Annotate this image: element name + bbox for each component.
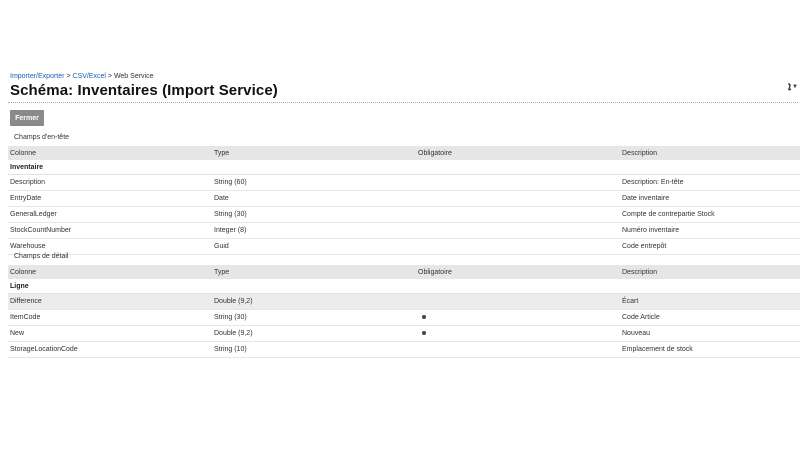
language-menu-icon[interactable]: ܐ▼ [788,81,798,94]
group-row: Inventaire [8,160,800,175]
table-row: GeneralLedger String (30) Compte de cont… [8,206,800,223]
cell-type: Double (9,2) [212,325,416,342]
cell-type: String (60) [212,174,416,191]
cell-required [416,174,620,191]
cell-column: New [8,325,212,342]
cell-required [416,238,620,255]
group-label: Ligne [8,279,800,294]
detail-fields-table: Colonne Type Obligatoire Description Lig… [8,265,800,358]
cell-column: Difference [8,293,212,310]
close-button[interactable]: Fermer [10,110,44,126]
cell-column: ItemCode [8,309,212,326]
breadcrumb: Importer/Exporter > CSV/Excel > Web Serv… [10,72,800,81]
cell-type: String (30) [212,309,416,326]
required-dot-icon [422,331,426,335]
cell-description: Description: En-tête [620,174,800,191]
cell-description: Code entrepôt [620,238,800,255]
cell-required [416,293,620,310]
breadcrumb-current: Web Service [113,73,154,80]
cell-description: Écart [620,293,800,310]
cell-required [416,190,620,207]
detail-fields-label: Champs de détail [14,253,69,260]
breadcrumb-csv-excel[interactable]: CSV/Excel [72,73,105,80]
header-fields-table: Colonne Type Obligatoire Description Inv… [8,146,800,255]
group-row: Ligne [8,279,800,294]
cell-required [416,206,620,223]
column-header: Colonne [8,146,212,160]
table-row: Difference Double (9,2) Écart [8,293,800,310]
table-row: New Double (9,2) Nouveau [8,325,800,342]
page-header: Importer/Exporter > CSV/Excel > Web Serv… [10,72,800,102]
column-header: Description [620,265,800,279]
cell-type: Integer (8) [212,222,416,239]
cell-description: Date inventaire [620,190,800,207]
cell-column: Description [8,174,212,191]
table-row: EntryDate Date Date inventaire [8,190,800,207]
column-header: Colonne [8,265,212,279]
table-row: StockCountNumber Integer (8) Numéro inve… [8,222,800,239]
column-header: Description [620,146,800,160]
cell-required [416,341,620,358]
cell-type: Double (9,2) [212,293,416,310]
cell-description: Nouveau [620,325,800,342]
header-divider [8,102,798,103]
group-label: Inventaire [8,160,800,175]
cell-column: StorageLocationCode [8,341,212,358]
table-header-row: Colonne Type Obligatoire Description [8,265,800,279]
column-header: Type [212,146,416,160]
column-header: Obligatoire [416,265,620,279]
header-fields-label: Champs d'en-tête [14,134,70,141]
cell-column: StockCountNumber [8,222,212,239]
column-header: Obligatoire [416,146,620,160]
cell-type: String (30) [212,206,416,223]
language-menu-label: ܐ [787,81,792,93]
table-row: ItemCode String (30) Code Article [8,309,800,326]
breadcrumb-separator: > [107,73,112,80]
cell-required [416,325,620,342]
cell-type: Date [212,190,416,207]
table-row: Warehouse Guid Code entrepôt [8,238,800,255]
page-title: Schéma: Inventaires (Import Service) [10,82,278,99]
cell-description: Emplacement de stock [620,341,800,358]
cell-description: Compte de contrepartie Stock [620,206,800,223]
cell-type: String (10) [212,341,416,358]
cell-required [416,309,620,326]
cell-description: Numéro inventaire [620,222,800,239]
breadcrumb-import-export[interactable]: Importer/Exporter [10,73,64,80]
table-header-row: Colonne Type Obligatoire Description [8,146,800,160]
chevron-down-icon: ▼ [792,84,798,90]
cell-required [416,222,620,239]
cell-column: EntryDate [8,190,212,207]
required-dot-icon [422,315,426,319]
breadcrumb-separator: > [66,73,71,80]
column-header: Type [212,265,416,279]
table-row: StorageLocationCode String (10) Emplacem… [8,341,800,358]
cell-type: Guid [212,238,416,255]
cell-column: GeneralLedger [8,206,212,223]
table-row: Description String (60) Description: En-… [8,174,800,191]
cell-description: Code Article [620,309,800,326]
